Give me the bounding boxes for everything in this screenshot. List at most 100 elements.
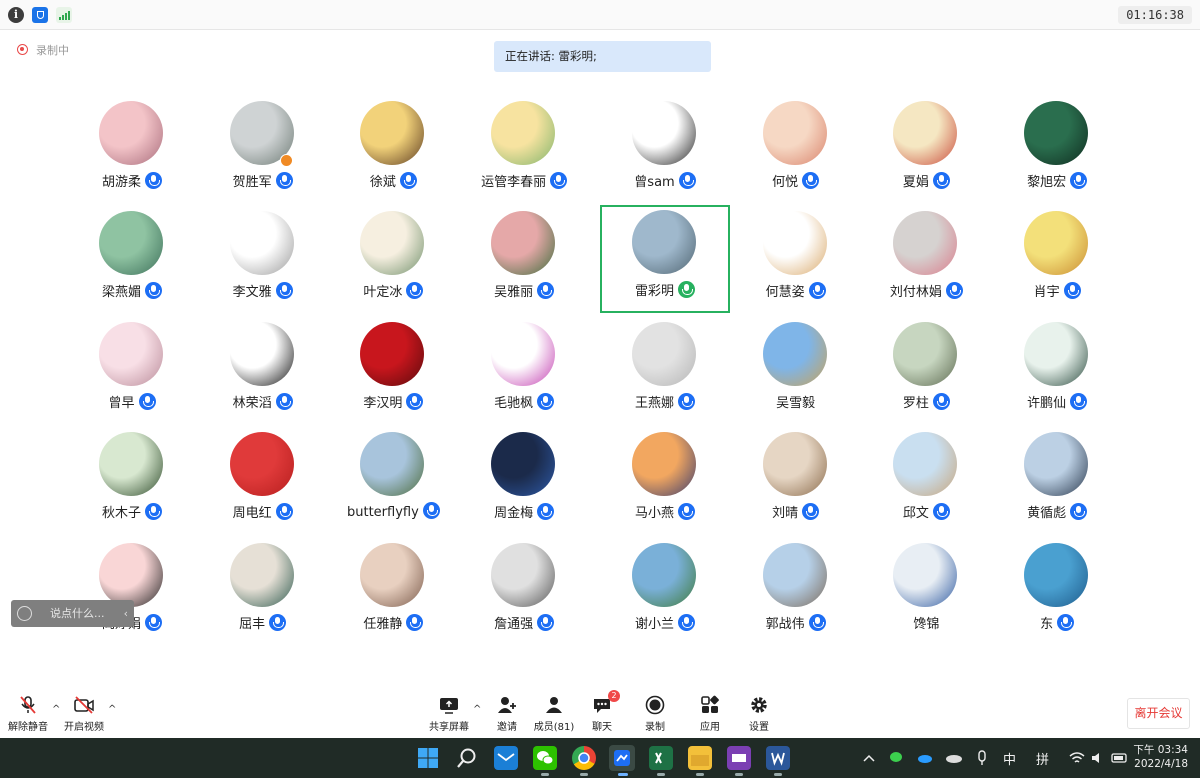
participant-tile[interactable]: 罗柱 — [861, 317, 991, 425]
participant-name-line: 馋锦 — [861, 613, 991, 632]
record-label: 录制 — [645, 722, 665, 733]
apps-button[interactable]: 应用 — [686, 690, 734, 736]
participant-tile[interactable]: 周金梅 — [459, 427, 589, 535]
participant-name: 吴雪毅 — [776, 395, 816, 411]
mail-app-icon[interactable] — [494, 746, 518, 770]
start-video-button[interactable]: 开启视频 — [60, 690, 108, 736]
participant-tile[interactable]: 馋锦 — [861, 538, 991, 640]
participant-name-line: 马小燕 — [600, 502, 730, 521]
participant-tile[interactable]: 雷彩明 — [600, 205, 730, 313]
participant-tile[interactable]: 王燕娜 — [600, 317, 730, 425]
mic-icon — [138, 392, 156, 410]
search-icon[interactable] — [455, 746, 479, 770]
participant-tile[interactable]: 东 — [992, 538, 1122, 640]
tray-expand-chevron-icon[interactable] — [860, 746, 878, 770]
participant-tile[interactable]: 刘付林娟 — [861, 206, 991, 314]
participant-name: 毛驰枫 — [494, 395, 534, 411]
participant-tile[interactable]: 吴雪毅 — [731, 317, 861, 425]
participant-tile[interactable]: 夏娟 — [861, 96, 991, 204]
avatar — [762, 321, 827, 386]
wechat-app-icon[interactable] — [533, 746, 557, 770]
participant-name: 刘晴 — [772, 506, 799, 522]
meeting-app-taskbar-icon[interactable] — [609, 745, 635, 771]
archive-app-icon[interactable] — [727, 746, 751, 770]
participant-tile[interactable]: 马小燕 — [600, 427, 730, 535]
participant-tile[interactable]: 肖宇 — [992, 206, 1122, 314]
participant-tile[interactable]: 林荣滔 — [198, 317, 328, 425]
participant-tile[interactable]: 秋木子 — [67, 427, 197, 535]
unmute-button[interactable]: 解除静音 — [4, 690, 52, 736]
participant-tile[interactable]: 许鹏仙 — [992, 317, 1122, 425]
participant-tile[interactable]: 何慧姿 — [731, 206, 861, 314]
emoji-icon[interactable] — [17, 606, 32, 621]
participant-tile[interactable]: 曾早 — [67, 317, 197, 425]
participant-name: 运管李春丽 — [481, 175, 547, 190]
excel-app-icon[interactable] — [649, 746, 673, 770]
participant-tile[interactable]: 胡游柔 — [67, 96, 197, 204]
ime-mode-indicator[interactable]: 拼 — [1036, 749, 1049, 768]
ime-language-indicator[interactable]: 中 — [1003, 749, 1016, 768]
cloud-tray-icon[interactable] — [944, 746, 964, 770]
mic-icon — [802, 503, 820, 521]
participant-name-line: 黎旭宏 — [992, 171, 1122, 190]
participant-tile[interactable]: 黎旭宏 — [992, 96, 1122, 204]
participant-tile[interactable]: 任雅静 — [328, 538, 458, 640]
participant-tile[interactable]: 何悦 — [731, 96, 861, 204]
leave-meeting-button[interactable]: 离开会议 — [1127, 698, 1190, 729]
chat-placeholder: 说点什么... — [50, 607, 105, 620]
microphone-tray-icon[interactable] — [974, 746, 990, 770]
participant-tile[interactable]: butterflyfly — [328, 427, 458, 535]
record-button[interactable]: 录制 — [631, 690, 679, 736]
collapse-chevron-icon[interactable]: ‹ — [124, 600, 128, 627]
participant-name: 雷彩明 — [634, 284, 674, 299]
avatar — [229, 542, 294, 607]
participant-tile[interactable]: 邱文 — [861, 427, 991, 535]
volume-icon[interactable] — [1090, 746, 1106, 770]
participant-name-line: 王燕娜 — [600, 392, 730, 411]
participant-tile[interactable]: 刘晴 — [731, 427, 861, 535]
participant-name: 李汉明 — [363, 395, 403, 411]
participant-tile[interactable]: 徐斌 — [328, 96, 458, 204]
participant-tile[interactable]: 谢小兰 — [600, 538, 730, 640]
wechat-tray-icon[interactable] — [888, 746, 906, 770]
chrome-app-icon[interactable] — [572, 746, 596, 770]
file-explorer-icon[interactable] — [688, 746, 712, 770]
avatar — [491, 101, 556, 165]
participant-tile[interactable]: 黄循彪 — [992, 427, 1122, 535]
onedrive-tray-icon[interactable] — [916, 746, 934, 770]
participant-tile[interactable]: 李汉明 — [328, 317, 458, 425]
share-options-caret[interactable]: ^ — [473, 704, 481, 715]
mic-icon — [550, 172, 568, 189]
participant-tile[interactable]: 毛驰枫 — [459, 317, 589, 425]
participant-tile[interactable]: 运管李春丽 — [459, 96, 589, 204]
members-button[interactable]: 成员(81) — [530, 690, 578, 736]
participant-tile[interactable]: 詹通强 — [459, 538, 589, 640]
participant-name: butterflyfly — [346, 505, 419, 521]
wechat-running-indicator — [541, 773, 549, 776]
participant-tile[interactable]: 叶定冰 — [328, 206, 458, 314]
participant-tile[interactable]: 周电红 — [198, 427, 328, 535]
participant-tile[interactable]: 梁燕媚 — [67, 206, 197, 314]
chat-quick-input[interactable]: 说点什么... ‹ — [11, 600, 134, 627]
gear-icon — [751, 697, 767, 713]
windows-start-icon[interactable] — [416, 746, 440, 770]
word-app-icon[interactable] — [766, 746, 790, 770]
mic-icon — [808, 613, 826, 631]
system-clock[interactable]: 下午 03:34 2022/4/18 — [1133, 743, 1188, 771]
participant-tile[interactable]: 郭战伟 — [731, 538, 861, 640]
participant-name-line: 周金梅 — [459, 502, 589, 521]
participant-tile[interactable]: 李文雅 — [198, 206, 328, 314]
mic-icon — [269, 613, 287, 631]
battery-icon[interactable] — [1110, 746, 1130, 770]
chat-button[interactable]: 2 聊天 — [578, 690, 626, 736]
avatar — [99, 101, 163, 165]
participant-tile[interactable]: 吴雅丽 — [459, 206, 589, 314]
video-options-caret[interactable]: ^ — [108, 704, 116, 715]
participant-tile[interactable]: 贺胜军 — [198, 96, 328, 204]
wifi-icon[interactable] — [1068, 746, 1086, 770]
invite-button[interactable]: 邀请 — [483, 690, 531, 736]
participant-tile[interactable]: 曾sam — [600, 96, 730, 204]
participant-tile[interactable]: 屈丰 — [198, 538, 328, 640]
settings-button[interactable]: 设置 — [735, 690, 783, 736]
share-screen-button[interactable]: 共享屏幕 — [425, 690, 473, 736]
